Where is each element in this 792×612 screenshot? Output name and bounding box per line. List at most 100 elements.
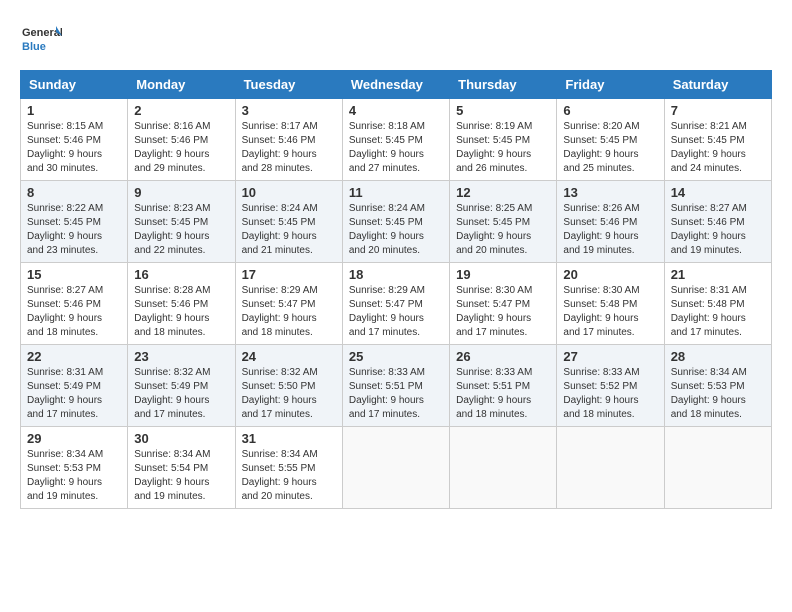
calendar-header-sunday: Sunday [21, 71, 128, 99]
day-number: 30 [134, 431, 228, 446]
day-info: Sunrise: 8:27 AMSunset: 5:46 PMDaylight:… [27, 285, 103, 338]
calendar-cell: 24 Sunrise: 8:32 AMSunset: 5:50 PMDayligh… [235, 345, 342, 427]
calendar-header-tuesday: Tuesday [235, 71, 342, 99]
calendar-cell: 3 Sunrise: 8:17 AMSunset: 5:46 PMDaylight… [235, 99, 342, 181]
day-number: 4 [349, 103, 443, 118]
calendar-cell: 21 Sunrise: 8:31 AMSunset: 5:48 PMDayligh… [664, 263, 771, 345]
calendar-cell [557, 427, 664, 509]
day-number: 20 [563, 267, 657, 282]
day-info: Sunrise: 8:21 AMSunset: 5:45 PMDaylight:… [671, 121, 747, 174]
calendar-header-wednesday: Wednesday [342, 71, 449, 99]
day-info: Sunrise: 8:28 AMSunset: 5:46 PMDaylight:… [134, 285, 210, 338]
header: General Blue [20, 20, 772, 62]
calendar-cell: 17Sunrise: 8:29 AMSunset: 5:47 PMDayligh… [235, 263, 342, 345]
day-number: 29 [27, 431, 121, 446]
calendar-cell: 4 Sunrise: 8:18 AMSunset: 5:45 PMDaylight… [342, 99, 449, 181]
calendar-cell: 31 Sunrise: 8:34 AMSunset: 5:55 PMDayligh… [235, 427, 342, 509]
day-info: Sunrise: 8:30 AMSunset: 5:47 PMDaylight:… [456, 285, 532, 338]
calendar-cell: 6 Sunrise: 8:20 AMSunset: 5:45 PMDaylight… [557, 99, 664, 181]
day-info: Sunrise: 8:25 AMSunset: 5:45 PMDaylight:… [456, 203, 532, 256]
calendar-cell: 12 Sunrise: 8:25 AMSunset: 5:45 PMDayligh… [450, 181, 557, 263]
calendar-table: SundayMondayTuesdayWednesdayThursdayFrid… [20, 70, 772, 509]
day-info: Sunrise: 8:34 AMSunset: 5:55 PMDaylight:… [242, 449, 318, 502]
day-number: 18 [349, 267, 443, 282]
day-info: Sunrise: 8:26 AMSunset: 5:46 PMDaylight:… [563, 203, 639, 256]
calendar-cell: 13 Sunrise: 8:26 AMSunset: 5:46 PMDayligh… [557, 181, 664, 263]
day-number: 19 [456, 267, 550, 282]
day-info: Sunrise: 8:29 AMSunset: 5:47 PMDaylight:… [349, 285, 425, 338]
calendar-cell: 27Sunrise: 8:33 AMSunset: 5:52 PMDayligh… [557, 345, 664, 427]
day-info: Sunrise: 8:20 AMSunset: 5:45 PMDaylight:… [563, 121, 639, 174]
day-number: 3 [242, 103, 336, 118]
day-info: Sunrise: 8:24 AMSunset: 5:45 PMDaylight:… [242, 203, 318, 256]
day-number: 5 [456, 103, 550, 118]
day-number: 17 [242, 267, 336, 282]
calendar-cell: 10 Sunrise: 8:24 AMSunset: 5:45 PMDayligh… [235, 181, 342, 263]
calendar-cell: 23 Sunrise: 8:32 AMSunset: 5:49 PMDayligh… [128, 345, 235, 427]
day-info: Sunrise: 8:31 AMSunset: 5:49 PMDaylight:… [27, 367, 103, 420]
calendar-cell: 25 Sunrise: 8:33 AMSunset: 5:51 PMDayligh… [342, 345, 449, 427]
day-info: Sunrise: 8:30 AMSunset: 5:48 PMDaylight:… [563, 285, 639, 338]
calendar-header-thursday: Thursday [450, 71, 557, 99]
day-number: 6 [563, 103, 657, 118]
calendar-cell: 20 Sunrise: 8:30 AMSunset: 5:48 PMDayligh… [557, 263, 664, 345]
day-number: 11 [349, 185, 443, 200]
day-number: 21 [671, 267, 765, 282]
day-info: Sunrise: 8:31 AMSunset: 5:48 PMDaylight:… [671, 285, 747, 338]
day-info: Sunrise: 8:27 AMSunset: 5:46 PMDaylight:… [671, 203, 747, 256]
day-info: Sunrise: 8:33 AMSunset: 5:51 PMDaylight:… [456, 367, 532, 420]
calendar-week-row: 22 Sunrise: 8:31 AMSunset: 5:49 PMDayligh… [21, 345, 772, 427]
day-info: Sunrise: 8:23 AMSunset: 5:45 PMDaylight:… [134, 203, 210, 256]
calendar-week-row: 29 Sunrise: 8:34 AMSunset: 5:53 PMDayligh… [21, 427, 772, 509]
day-number: 12 [456, 185, 550, 200]
calendar-cell: 16 Sunrise: 8:28 AMSunset: 5:46 PMDayligh… [128, 263, 235, 345]
day-number: 13 [563, 185, 657, 200]
logo: General Blue [20, 20, 62, 62]
day-number: 25 [349, 349, 443, 364]
calendar-cell: 8 Sunrise: 8:22 AMSunset: 5:45 PMDaylight… [21, 181, 128, 263]
calendar-cell: 15 Sunrise: 8:27 AMSunset: 5:46 PMDayligh… [21, 263, 128, 345]
day-number: 7 [671, 103, 765, 118]
day-number: 15 [27, 267, 121, 282]
day-info: Sunrise: 8:33 AMSunset: 5:51 PMDaylight:… [349, 367, 425, 420]
day-info: Sunrise: 8:22 AMSunset: 5:45 PMDaylight:… [27, 203, 103, 256]
day-info: Sunrise: 8:34 AMSunset: 5:53 PMDaylight:… [671, 367, 747, 420]
calendar-cell: 5 Sunrise: 8:19 AMSunset: 5:45 PMDaylight… [450, 99, 557, 181]
day-number: 28 [671, 349, 765, 364]
day-info: Sunrise: 8:33 AMSunset: 5:52 PMDaylight:… [563, 367, 639, 420]
calendar-header-saturday: Saturday [664, 71, 771, 99]
day-number: 23 [134, 349, 228, 364]
day-number: 8 [27, 185, 121, 200]
calendar-header-row: SundayMondayTuesdayWednesdayThursdayFrid… [21, 71, 772, 99]
day-info: Sunrise: 8:19 AMSunset: 5:45 PMDaylight:… [456, 121, 532, 174]
day-info: Sunrise: 8:34 AMSunset: 5:54 PMDaylight:… [134, 449, 210, 502]
day-number: 31 [242, 431, 336, 446]
calendar-cell: 11 Sunrise: 8:24 AMSunset: 5:45 PMDayligh… [342, 181, 449, 263]
day-info: Sunrise: 8:18 AMSunset: 5:45 PMDaylight:… [349, 121, 425, 174]
calendar-week-row: 1 Sunrise: 8:15 AMSunset: 5:46 PMDaylight… [21, 99, 772, 181]
day-number: 22 [27, 349, 121, 364]
day-info: Sunrise: 8:34 AMSunset: 5:53 PMDaylight:… [27, 449, 103, 502]
calendar-week-row: 8 Sunrise: 8:22 AMSunset: 5:45 PMDaylight… [21, 181, 772, 263]
calendar-cell: 14Sunrise: 8:27 AMSunset: 5:46 PMDayligh… [664, 181, 771, 263]
day-number: 24 [242, 349, 336, 364]
calendar-cell: 29 Sunrise: 8:34 AMSunset: 5:53 PMDayligh… [21, 427, 128, 509]
calendar-cell [342, 427, 449, 509]
day-info: Sunrise: 8:24 AMSunset: 5:45 PMDaylight:… [349, 203, 425, 256]
day-number: 2 [134, 103, 228, 118]
day-info: Sunrise: 8:15 AMSunset: 5:46 PMDaylight:… [27, 121, 103, 174]
day-number: 26 [456, 349, 550, 364]
calendar-cell: 7 Sunrise: 8:21 AMSunset: 5:45 PMDaylight… [664, 99, 771, 181]
calendar-cell: 9Sunrise: 8:23 AMSunset: 5:45 PMDaylight… [128, 181, 235, 263]
day-info: Sunrise: 8:16 AMSunset: 5:46 PMDaylight:… [134, 121, 210, 174]
calendar-cell: 18 Sunrise: 8:29 AMSunset: 5:47 PMDayligh… [342, 263, 449, 345]
day-info: Sunrise: 8:32 AMSunset: 5:49 PMDaylight:… [134, 367, 210, 420]
day-number: 16 [134, 267, 228, 282]
day-info: Sunrise: 8:32 AMSunset: 5:50 PMDaylight:… [242, 367, 318, 420]
day-number: 1 [27, 103, 121, 118]
calendar-cell: 28 Sunrise: 8:34 AMSunset: 5:53 PMDayligh… [664, 345, 771, 427]
day-number: 10 [242, 185, 336, 200]
day-info: Sunrise: 8:17 AMSunset: 5:46 PMDaylight:… [242, 121, 318, 174]
svg-text:Blue: Blue [22, 41, 46, 53]
calendar-cell: 22 Sunrise: 8:31 AMSunset: 5:49 PMDayligh… [21, 345, 128, 427]
